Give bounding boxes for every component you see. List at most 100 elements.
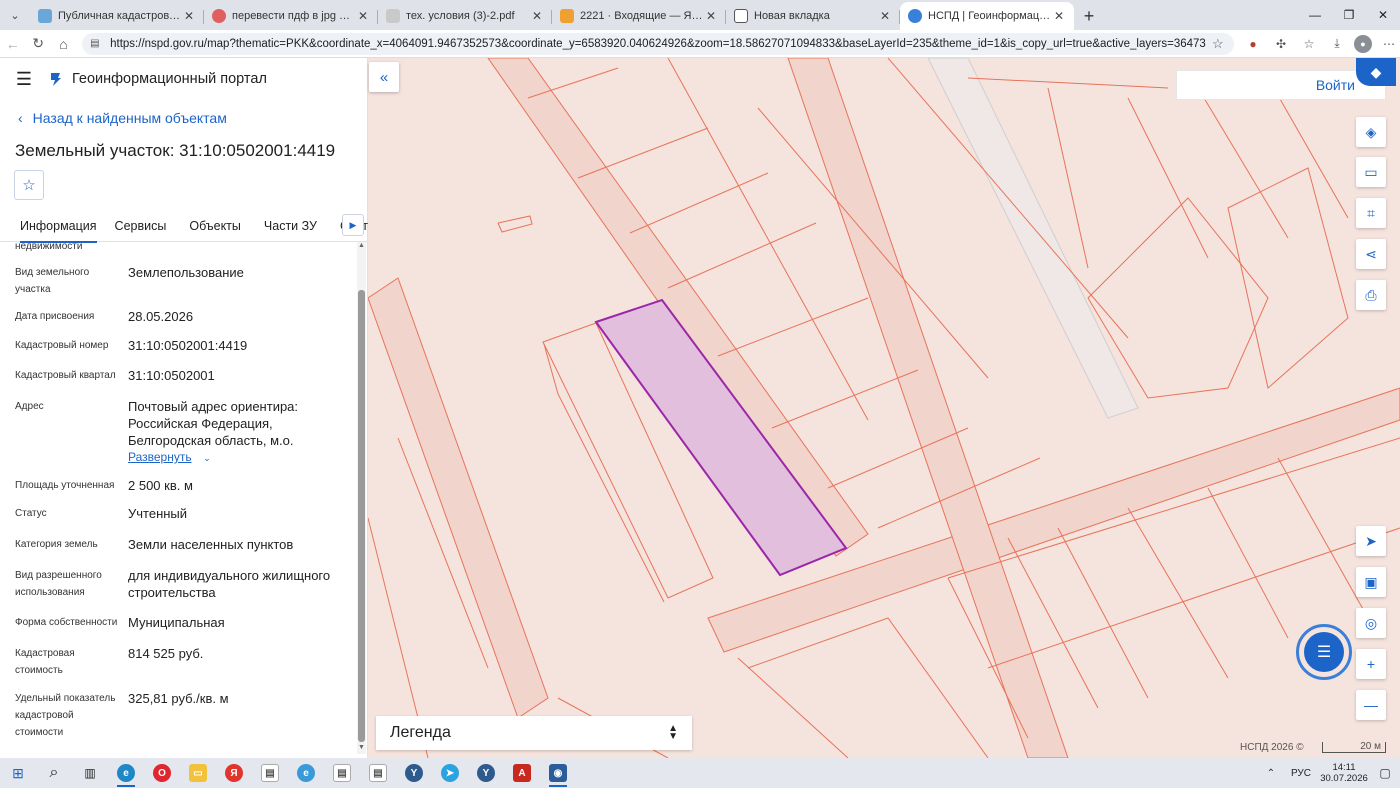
collapse-panel-button[interactable]: « [369,62,399,92]
zoom-in-button[interactable]: + [1356,649,1386,679]
info-list: недвижимости Вид земельного участка Земл… [0,242,356,754]
navigation-button[interactable]: ➤ [1356,526,1386,556]
document-app-2-icon[interactable]: ▤ [324,758,360,788]
internet-explorer-icon[interactable]: e [288,758,324,788]
legend-toggle[interactable]: Легенда ▲ ▼ [376,716,692,750]
extension-icons: ● ✣ ☆ ⤓ ● ⋯ [1242,33,1400,55]
area-search-button[interactable]: ⌗ [1356,198,1386,228]
acrobat-reader-icon[interactable]: A [504,758,540,788]
login-button[interactable]: Войти [1316,77,1355,93]
geolocate-button[interactable]: ◎ [1356,608,1386,638]
row-value: Учтенный [128,506,188,521]
profile-avatar[interactable]: ● [1354,34,1373,53]
share-button[interactable]: ⋖ [1356,239,1386,269]
tab-parcel-parts[interactable]: Части ЗУ [264,210,317,242]
hamburger-menu-icon[interactable]: ☰ [0,69,48,90]
row-label: Кадастровый квартал [15,370,116,381]
app-y-icon[interactable]: Y [396,758,432,788]
bookmark-star-icon[interactable]: ☆ [1212,36,1226,52]
add-to-favorites-button[interactable]: ☆ [14,170,44,200]
browser-tab-2[interactable]: перевести пдф в jpg — Яндекс: н ✕ [204,2,378,30]
row-value[interactable]: 31:10:0502001 [128,367,348,384]
tab-close-icon[interactable]: ✕ [356,9,370,23]
scroll-thumb[interactable] [358,290,365,742]
measure-button[interactable]: ▭ [1356,157,1386,187]
start-windows-icon[interactable]: ⊞ [0,758,36,788]
info-scrollbar[interactable]: ▲ ▼ [357,242,366,754]
tab-close-icon[interactable]: ✕ [1052,9,1066,23]
minimize-icon[interactable]: — [1298,0,1332,30]
tab-objects[interactable]: Объекты [189,210,241,242]
active-app-icon[interactable]: ◉ [540,758,576,788]
print-button[interactable]: ⎙ [1356,280,1386,310]
opera-icon[interactable]: O [144,758,180,788]
file-explorer-icon[interactable]: ▭ [180,758,216,788]
tab-favicon-icon [386,9,400,23]
telegram-icon[interactable]: ➤ [432,758,468,788]
home-icon[interactable]: ⌂ [51,31,76,57]
expand-label: Развернуть [128,450,192,464]
close-window-icon[interactable]: ✕ [1366,0,1400,30]
portal-title: Геоинформационный портал [72,71,267,87]
portal-corner-logo-icon[interactable]: ◆ [1356,58,1396,86]
app-y2-icon[interactable]: Y [468,758,504,788]
minimap-button[interactable]: ▣ [1356,567,1386,597]
zoom-out-button[interactable]: — [1356,690,1386,720]
browser-tab-4[interactable]: 2221 · Входящие — Яндекс Почта ✕ [552,2,726,30]
browser-tab-5[interactable]: Новая вкладка ✕ [726,2,900,30]
minimap-icon: ▣ [1364,573,1378,590]
back-to-results-link[interactable]: ‹ Назад к найденным объектам [18,110,227,126]
scroll-down-arrow-icon[interactable]: ▼ [357,744,366,754]
task-view-icon[interactable]: ▥ [72,758,108,788]
legend-title: Легенда [390,724,451,741]
clock[interactable]: 14:11 30.07.2026 [1318,762,1370,784]
layers-button[interactable]: ◈ [1356,117,1386,147]
tab-close-icon[interactable]: ✕ [182,9,196,23]
downloads-icon[interactable]: ⤓ [1326,33,1348,55]
tabs-scroll-right-icon[interactable]: ▶ [342,214,364,236]
restore-icon[interactable]: ❐ [1332,0,1366,30]
search-icon[interactable]: ⌕ [36,758,72,788]
document-app-3-icon[interactable]: ▤ [360,758,396,788]
system-tray: ⌃ РУС 14:11 30.07.2026 ▢ [1258,758,1400,788]
tab-title: 2221 · Входящие — Яндекс Почта [580,10,704,22]
back-arrow-icon[interactable]: ← [0,31,25,57]
share-icon: ⋖ [1365,245,1377,262]
scroll-up-arrow-icon[interactable]: ▲ [357,242,366,252]
document-app-icon[interactable]: ▤ [252,758,288,788]
chat-button[interactable]: ☰ [1296,624,1352,680]
cadastral-map-layer [368,58,1400,758]
layers-icon: ◈ [1365,123,1377,140]
url-field[interactable]: ▤ https://nspd.gov.ru/map?thematic=PKK&c… [82,32,1235,55]
browser-tab-6[interactable]: НСПД | Геоинформационный по ✕ [900,2,1074,30]
yandex-browser-icon[interactable]: Я [216,758,252,788]
reload-icon[interactable]: ↻ [25,31,50,57]
tab-services[interactable]: Сервисы [115,210,167,242]
portal-logo-icon [51,73,61,86]
site-info-icon[interactable]: ▤ [90,38,102,49]
double-chevron-left-icon: « [379,68,389,86]
new-tab-plus-icon[interactable]: + [1074,2,1104,30]
row-label: Дата присвоения [15,311,95,322]
browser-tab-1[interactable]: Публичная кадастровая карта ✕ [30,2,204,30]
map-canvas[interactable] [368,58,1400,758]
row-value[interactable]: 31:10:0502001:4419 [128,337,348,354]
browser-menu-icon[interactable]: ⋯ [1378,33,1400,55]
notifications-icon[interactable]: ▢ [1370,766,1400,780]
address-expand-link[interactable]: Развернуть ⌄ [128,448,348,467]
tab-close-icon[interactable]: ✕ [704,9,718,23]
tab-information[interactable]: Информация [20,210,97,243]
edge-browser-icon[interactable]: e [108,758,144,788]
tray-expand-icon[interactable]: ⌃ [1258,768,1284,779]
input-language[interactable]: РУС [1284,768,1318,779]
tab-close-icon[interactable]: ✕ [878,9,892,23]
browser-tab-3[interactable]: тех. условия (3)-2.pdf ✕ [378,2,552,30]
extension-icon[interactable]: ● [1242,33,1264,55]
browser-tab-strip: ⌄ Публичная кадастровая карта ✕ перевест… [0,0,1400,30]
tab-close-icon[interactable]: ✕ [530,9,544,23]
windows-taskbar: ⊞ ⌕ ▥ e O ▭ Я ▤ e ▤ ▤ Y ➤ Y A ◉ ⌃ РУС 14… [0,758,1400,788]
favorites-icon[interactable]: ☆ [1298,33,1320,55]
tab-search-chevron-icon[interactable]: ⌄ [0,0,30,30]
ruler-icon: ▭ [1364,163,1378,180]
extensions-puzzle-icon[interactable]: ✣ [1270,33,1292,55]
